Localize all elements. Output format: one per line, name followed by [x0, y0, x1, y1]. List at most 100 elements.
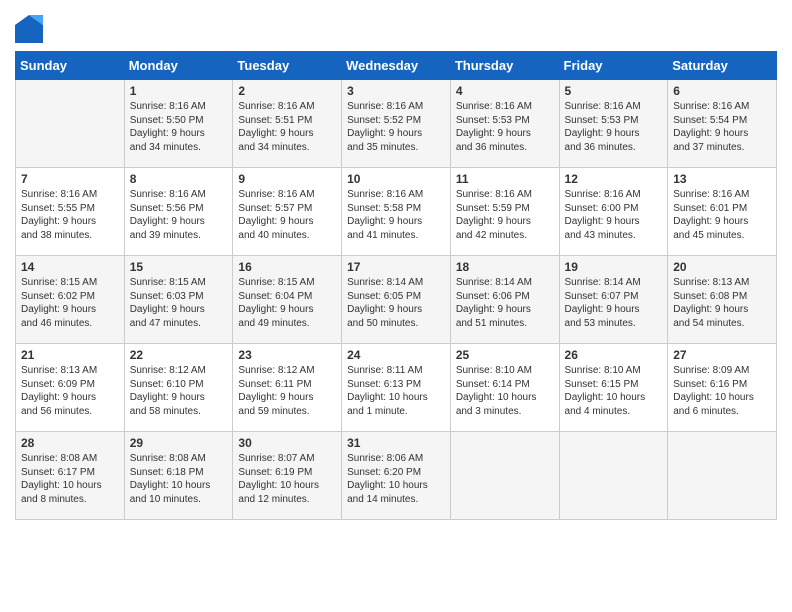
week-row-5: 28Sunrise: 8:08 AM Sunset: 6:17 PM Dayli…	[16, 432, 777, 520]
day-cell: 5 Sunrise: 8:16 AM Sunset: 5:53 PM Daylig…	[559, 80, 668, 168]
day-info: Sunrise: 8:14 AM Sunset: 6:07 PM Dayligh…	[565, 276, 663, 330]
day-number: 12	[565, 172, 663, 186]
day-cell: 26 Sunrise: 8:10 AM Sunset: 6:15 PM Dayli…	[559, 344, 668, 432]
day-number: 19	[565, 260, 663, 274]
header-cell-thursday: Thursday	[450, 52, 559, 80]
day-info: Sunrise: 8:16 AM Sunset: 5:52 PM Dayligh…	[347, 100, 445, 154]
day-number: 7	[21, 172, 119, 186]
day-cell: 25Sunrise: 8:10 AM Sunset: 6:14 PM Dayli…	[450, 344, 559, 432]
day-cell: 10 Sunrise: 8:16 AM Sunset: 5:58 PM Dayli…	[342, 168, 451, 256]
day-number: 9	[238, 172, 336, 186]
day-cell	[16, 80, 125, 168]
day-number: 6	[673, 84, 771, 98]
day-cell: 11 Sunrise: 8:16 AM Sunset: 5:59 PM Dayli…	[450, 168, 559, 256]
day-info: Sunrise: 8:09 AM Sunset: 6:16 PM Dayligh…	[673, 364, 771, 418]
day-cell: 23 Sunrise: 8:12 AM Sunset: 6:11 PM Dayli…	[233, 344, 342, 432]
day-info: Sunrise: 8:16 AM Sunset: 5:53 PM Dayligh…	[456, 100, 554, 154]
day-cell: 6 Sunrise: 8:16 AM Sunset: 5:54 PM Daylig…	[668, 80, 777, 168]
day-number: 29	[130, 436, 228, 450]
day-number: 26	[565, 348, 663, 362]
day-number: 11	[456, 172, 554, 186]
day-info: Sunrise: 8:15 AM Sunset: 6:03 PM Dayligh…	[130, 276, 228, 330]
day-number: 15	[130, 260, 228, 274]
day-cell	[559, 432, 668, 520]
day-number: 13	[673, 172, 771, 186]
day-cell: 1 Sunrise: 8:16 AM Sunset: 5:50 PM Daylig…	[124, 80, 233, 168]
day-info: Sunrise: 8:08 AM Sunset: 6:18 PM Dayligh…	[130, 452, 228, 506]
day-number: 8	[130, 172, 228, 186]
header-cell-friday: Friday	[559, 52, 668, 80]
day-info: Sunrise: 8:15 AM Sunset: 6:04 PM Dayligh…	[238, 276, 336, 330]
day-number: 30	[238, 436, 336, 450]
day-number: 18	[456, 260, 554, 274]
day-info: Sunrise: 8:16 AM Sunset: 5:55 PM Dayligh…	[21, 188, 119, 242]
day-cell: 13Sunrise: 8:16 AM Sunset: 6:01 PM Dayli…	[668, 168, 777, 256]
day-cell: 4 Sunrise: 8:16 AM Sunset: 5:53 PM Daylig…	[450, 80, 559, 168]
day-cell: 29 Sunrise: 8:08 AM Sunset: 6:18 PM Dayli…	[124, 432, 233, 520]
day-cell: 15 Sunrise: 8:15 AM Sunset: 6:03 PM Dayli…	[124, 256, 233, 344]
header-cell-monday: Monday	[124, 52, 233, 80]
day-info: Sunrise: 8:15 AM Sunset: 6:02 PM Dayligh…	[21, 276, 119, 330]
day-info: Sunrise: 8:16 AM Sunset: 5:57 PM Dayligh…	[238, 188, 336, 242]
day-number: 17	[347, 260, 445, 274]
day-info: Sunrise: 8:11 AM Sunset: 6:13 PM Dayligh…	[347, 364, 445, 418]
day-info: Sunrise: 8:16 AM Sunset: 5:50 PM Dayligh…	[130, 100, 228, 154]
day-number: 23	[238, 348, 336, 362]
day-cell: 8 Sunrise: 8:16 AM Sunset: 5:56 PM Daylig…	[124, 168, 233, 256]
day-info: Sunrise: 8:16 AM Sunset: 5:59 PM Dayligh…	[456, 188, 554, 242]
day-number: 10	[347, 172, 445, 186]
day-cell: 22Sunrise: 8:12 AM Sunset: 6:10 PM Dayli…	[124, 344, 233, 432]
day-number: 20	[673, 260, 771, 274]
day-number: 28	[21, 436, 119, 450]
day-info: Sunrise: 8:10 AM Sunset: 6:15 PM Dayligh…	[565, 364, 663, 418]
day-number: 24	[347, 348, 445, 362]
header-cell-saturday: Saturday	[668, 52, 777, 80]
day-number: 4	[456, 84, 554, 98]
day-info: Sunrise: 8:16 AM Sunset: 6:00 PM Dayligh…	[565, 188, 663, 242]
logo-icon	[15, 15, 43, 43]
day-number: 21	[21, 348, 119, 362]
day-cell	[668, 432, 777, 520]
day-cell: 17 Sunrise: 8:14 AM Sunset: 6:05 PM Dayli…	[342, 256, 451, 344]
day-number: 1	[130, 84, 228, 98]
week-row-4: 21 Sunrise: 8:13 AM Sunset: 6:09 PM Dayli…	[16, 344, 777, 432]
calendar-table: SundayMondayTuesdayWednesdayThursdayFrid…	[15, 51, 777, 520]
day-cell: 27 Sunrise: 8:09 AM Sunset: 6:16 PM Dayli…	[668, 344, 777, 432]
day-cell: 21 Sunrise: 8:13 AM Sunset: 6:09 PM Dayli…	[16, 344, 125, 432]
day-cell: 14 Sunrise: 8:15 AM Sunset: 6:02 PM Dayli…	[16, 256, 125, 344]
day-info: Sunrise: 8:14 AM Sunset: 6:05 PM Dayligh…	[347, 276, 445, 330]
day-number: 16	[238, 260, 336, 274]
day-cell: 28Sunrise: 8:08 AM Sunset: 6:17 PM Dayli…	[16, 432, 125, 520]
day-cell: 2Sunrise: 8:16 AM Sunset: 5:51 PM Daylig…	[233, 80, 342, 168]
day-info: Sunrise: 8:16 AM Sunset: 5:58 PM Dayligh…	[347, 188, 445, 242]
header-cell-wednesday: Wednesday	[342, 52, 451, 80]
day-cell: 9 Sunrise: 8:16 AM Sunset: 5:57 PM Daylig…	[233, 168, 342, 256]
day-cell: 19 Sunrise: 8:14 AM Sunset: 6:07 PM Dayli…	[559, 256, 668, 344]
day-cell: 16 Sunrise: 8:15 AM Sunset: 6:04 PM Dayli…	[233, 256, 342, 344]
header-cell-sunday: Sunday	[16, 52, 125, 80]
week-row-3: 14 Sunrise: 8:15 AM Sunset: 6:02 PM Dayli…	[16, 256, 777, 344]
day-info: Sunrise: 8:14 AM Sunset: 6:06 PM Dayligh…	[456, 276, 554, 330]
logo	[15, 15, 47, 43]
day-number: 31	[347, 436, 445, 450]
day-cell	[450, 432, 559, 520]
day-cell: 7 Sunrise: 8:16 AM Sunset: 5:55 PM Daylig…	[16, 168, 125, 256]
day-info: Sunrise: 8:16 AM Sunset: 5:54 PM Dayligh…	[673, 100, 771, 154]
day-info: Sunrise: 8:16 AM Sunset: 5:56 PM Dayligh…	[130, 188, 228, 242]
day-cell: 18 Sunrise: 8:14 AM Sunset: 6:06 PM Dayli…	[450, 256, 559, 344]
week-row-2: 7 Sunrise: 8:16 AM Sunset: 5:55 PM Daylig…	[16, 168, 777, 256]
day-number: 5	[565, 84, 663, 98]
day-info: Sunrise: 8:12 AM Sunset: 6:11 PM Dayligh…	[238, 364, 336, 418]
day-info: Sunrise: 8:13 AM Sunset: 6:09 PM Dayligh…	[21, 364, 119, 418]
day-cell: 30Sunrise: 8:07 AM Sunset: 6:19 PM Dayli…	[233, 432, 342, 520]
day-number: 3	[347, 84, 445, 98]
day-number: 27	[673, 348, 771, 362]
day-cell: 31Sunrise: 8:06 AM Sunset: 6:20 PM Dayli…	[342, 432, 451, 520]
header-cell-tuesday: Tuesday	[233, 52, 342, 80]
day-cell: 3 Sunrise: 8:16 AM Sunset: 5:52 PM Daylig…	[342, 80, 451, 168]
day-number: 22	[130, 348, 228, 362]
day-info: Sunrise: 8:16 AM Sunset: 5:51 PM Dayligh…	[238, 100, 336, 154]
week-row-1: 1 Sunrise: 8:16 AM Sunset: 5:50 PM Daylig…	[16, 80, 777, 168]
day-number: 14	[21, 260, 119, 274]
day-info: Sunrise: 8:16 AM Sunset: 5:53 PM Dayligh…	[565, 100, 663, 154]
